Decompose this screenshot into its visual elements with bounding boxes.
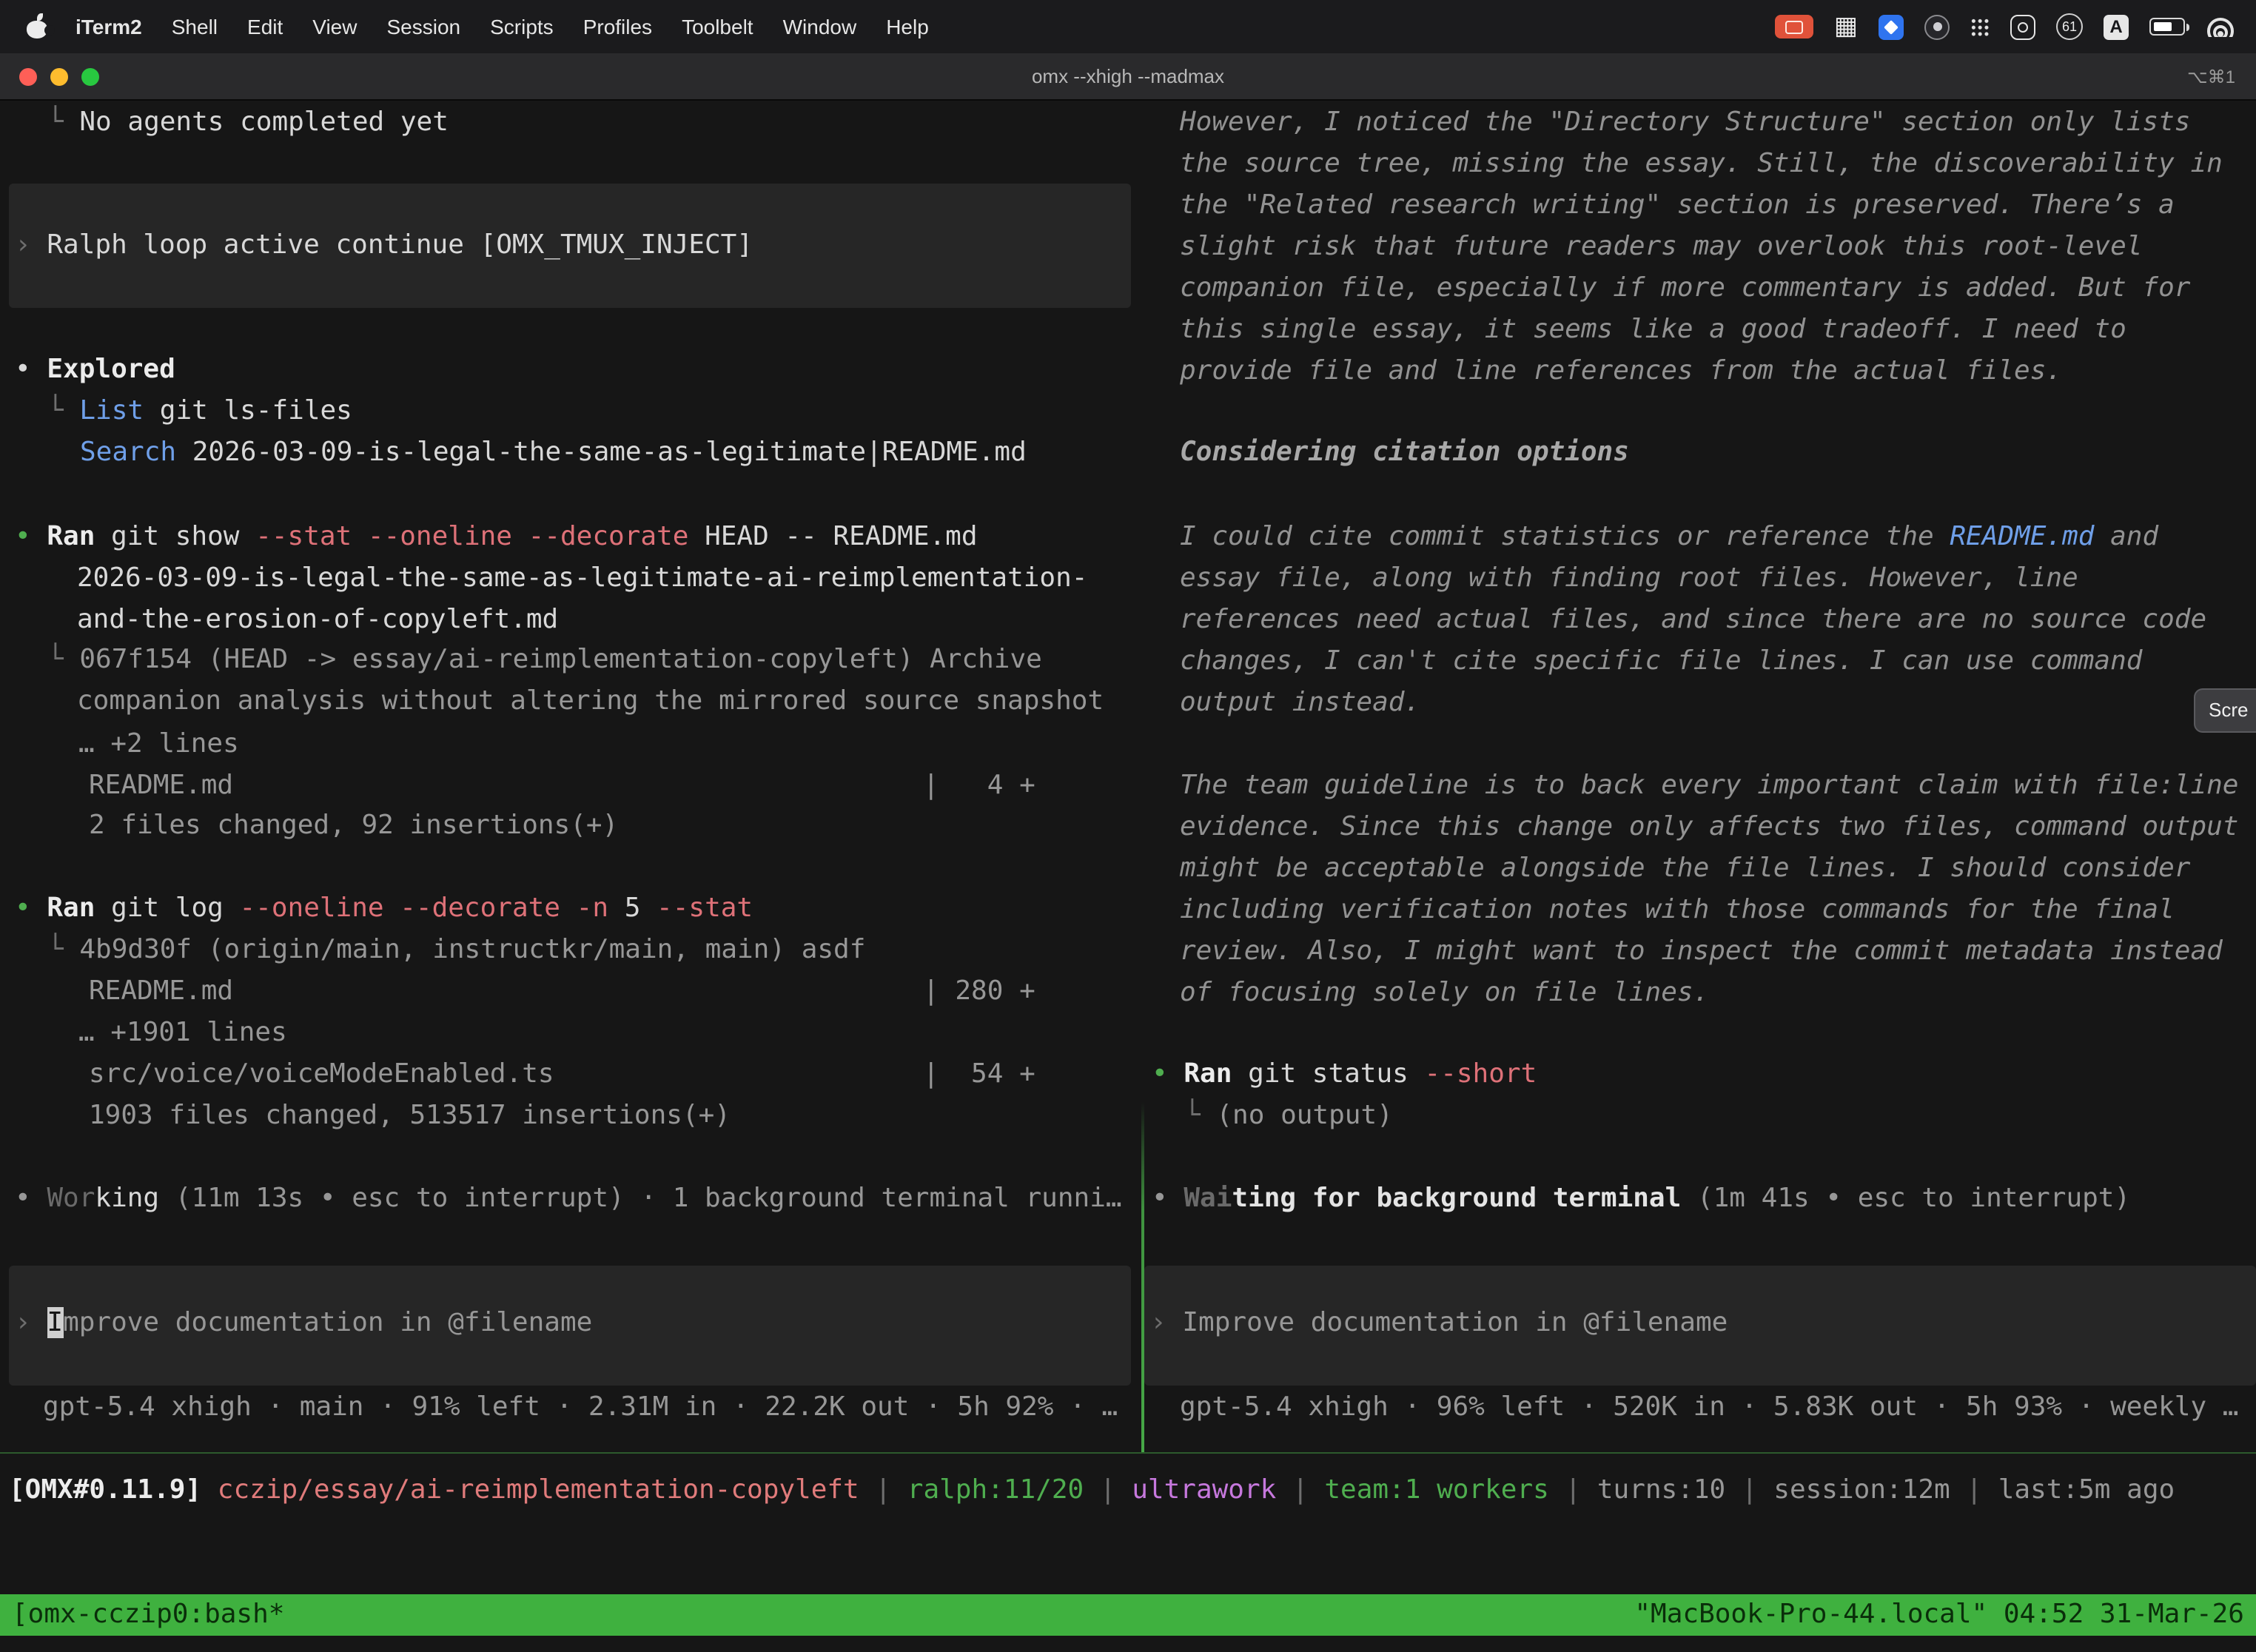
keyboard-icon[interactable] — [1834, 6, 1858, 47]
omx-team: team:1 workers — [1324, 1474, 1548, 1505]
omx-ralph-counter: ralph:11/20 — [907, 1474, 1084, 1505]
menu-item-toolbelt[interactable]: Toolbelt — [667, 0, 768, 53]
window-title: omx --xhigh --madmax — [0, 56, 2256, 97]
ralph-banner-text: › Ralph loop active continue [OMX_TMUX_I… — [15, 225, 753, 266]
menu-app-name[interactable]: iTerm2 — [61, 0, 157, 53]
tmux-host-clock: "MacBook-Pro-44.local" 04:52 31-Mar-26 — [1634, 1594, 2244, 1636]
right-input-text: › Improve documentation in @filename — [1150, 1303, 1728, 1344]
omx-version: [OMX#0.11.9] — [9, 1474, 218, 1505]
no-agents-line: └ No agents completed yet — [47, 102, 449, 144]
left-input-text: › Improve documentation in @filename — [15, 1303, 592, 1344]
waiting-status-line: • Waiting for background terminal (1m 41… — [1152, 1178, 2130, 1220]
battery-percentage-badge[interactable]: 61 — [2056, 13, 2083, 40]
git-log-command-line: • Ran git log --oneline --decorate -n 5 … — [15, 888, 753, 930]
omx-branch: cczip/essay/ai-reimplementation-copyleft — [218, 1474, 859, 1505]
git-show-output-2: companion analysis without altering the … — [77, 681, 1104, 722]
omx-status-bar: [OMX#0.11.9] cczip/essay/ai-reimplementa… — [9, 1470, 2175, 1511]
tmux-session-window: [omx-cczip0:bash* — [12, 1594, 284, 1636]
right-input-box[interactable]: › Improve documentation in @filename — [1144, 1266, 2256, 1386]
left-model-status-line: gpt-5.4 xhigh · main · 91% left · 2.31M … — [43, 1387, 1118, 1428]
git-show-stat-2: 2 files changed, 92 insertions(+) — [89, 805, 618, 847]
list-action-label: List — [79, 395, 144, 426]
git-show-filename-2: and-the-erosion-of-copyleft.md — [77, 600, 558, 641]
menu-item-view[interactable]: View — [298, 0, 372, 53]
git-status-command-line: • Ran git status --short — [1152, 1054, 1537, 1095]
reasoning-paragraph-1: However, I noticed the "Directory Struct… — [1180, 102, 2223, 392]
git-show-stat-1: README.md | 4 + — [89, 765, 1035, 807]
omx-session-time: session:12m — [1773, 1474, 1950, 1505]
git-log-output-1: └ 4b9d30f (origin/main, instructkr/main,… — [47, 930, 865, 971]
menu-item-session[interactable]: Session — [372, 0, 475, 53]
window-title-bar: omx --xhigh --madmax ⌥⌘1 — [0, 53, 2256, 101]
readme-link[interactable]: README.md — [1950, 521, 2094, 552]
reasoning-paragraph-3: The team guideline is to back every impo… — [1180, 765, 2239, 1014]
menu-item-help[interactable]: Help — [871, 0, 944, 53]
git-status-output: └ (no output) — [1184, 1095, 1393, 1137]
blue-app-icon[interactable] — [1879, 14, 1904, 39]
git-show-more-lines: … +2 lines — [78, 724, 239, 765]
macos-screen: iTerm2 Shell Edit View Session Scripts P… — [0, 0, 2256, 1652]
explored-search-line: Search 2026-03-09-is-legal-the-same-as-l… — [80, 432, 1027, 474]
git-log-stat-2: src/voice/voiceModeEnabled.ts | 54 + — [89, 1054, 1035, 1095]
text-cursor: I — [47, 1307, 63, 1338]
left-input-box[interactable]: › Improve documentation in @filename — [9, 1266, 1131, 1386]
screen-notification-sliver[interactable]: Scre — [2194, 688, 2256, 733]
window-shortcut-badge: ⌥⌘1 — [2187, 56, 2256, 97]
reasoning-heading: Considering citation options — [1180, 432, 1629, 474]
search-action-label: Search — [80, 437, 176, 468]
git-show-output-1: └ 067f154 (HEAD -> essay/ai-reimplementa… — [47, 639, 1042, 681]
wifi-icon[interactable] — [2206, 17, 2235, 36]
menu-item-shell[interactable]: Shell — [157, 0, 232, 53]
reasoning-paragraph-2: I could cite commit statistics or refere… — [1180, 517, 2206, 724]
git-show-command-line: • Ran git show --stat --oneline --decora… — [15, 517, 978, 558]
menu-item-profiles[interactable]: Profiles — [568, 0, 667, 53]
omx-last-activity: last:5m ago — [1998, 1474, 2175, 1505]
pane-divider-horizontal — [0, 1452, 2256, 1454]
git-log-stat-1: README.md | 280 + — [89, 971, 1035, 1013]
dark-app-icon[interactable] — [1924, 14, 1950, 39]
menu-bar: iTerm2 Shell Edit View Session Scripts P… — [0, 0, 2256, 53]
input-source-icon[interactable]: A — [2104, 14, 2129, 39]
ralph-banner: › Ralph loop active continue [OMX_TMUX_I… — [9, 184, 1131, 308]
battery-icon[interactable] — [2149, 18, 2185, 36]
screen-recording-indicator[interactable] — [1775, 15, 1813, 38]
pane-divider-vertical — [1141, 101, 1144, 1454]
menu-bar-status-icons: 61 A — [1775, 6, 2235, 47]
git-show-filename-1: 2026-03-09-is-legal-the-same-as-legitima… — [77, 558, 1087, 600]
tmux-status-bar: [omx-cczip0:bash* "MacBook-Pro-44.local"… — [0, 1594, 2256, 1636]
menu-item-scripts[interactable]: Scripts — [475, 0, 568, 53]
git-log-more-lines: … +1901 lines — [78, 1013, 287, 1054]
apple-menu-icon[interactable] — [27, 13, 49, 40]
explored-list-line: └ List git ls-files — [47, 391, 352, 432]
right-model-status-line: gpt-5.4 xhigh · 96% left · 520K in · 5.8… — [1180, 1387, 2239, 1428]
menu-item-window[interactable]: Window — [768, 0, 872, 53]
explored-header: • Explored — [15, 349, 175, 391]
omx-mode: ultrawork — [1132, 1474, 1276, 1505]
password-manager-icon[interactable] — [2010, 14, 2035, 39]
git-log-stat-3: 1903 files changed, 513517 insertions(+) — [89, 1095, 731, 1137]
dot-grid-icon[interactable] — [1970, 17, 1990, 36]
omx-turns: turns:10 — [1597, 1474, 1725, 1505]
working-status-line: • Working (11m 13s • esc to interrupt) ·… — [15, 1178, 1122, 1220]
menu-item-edit[interactable]: Edit — [232, 0, 298, 53]
